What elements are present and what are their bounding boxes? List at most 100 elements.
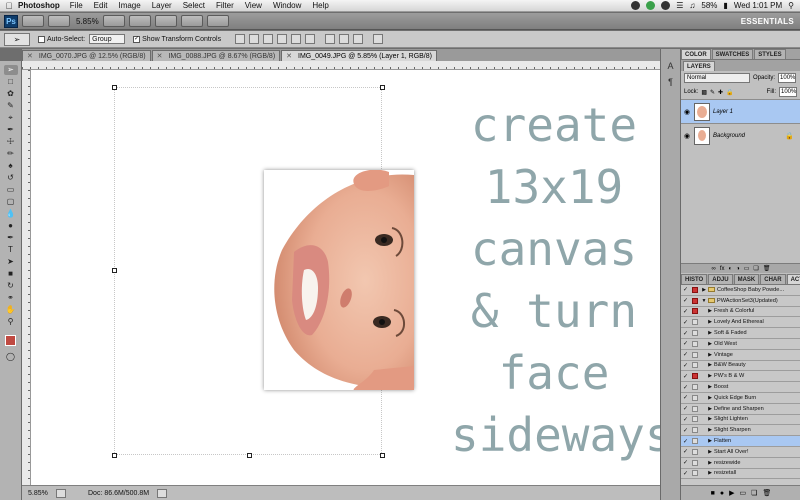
menu-image[interactable]: Image xyxy=(118,1,140,10)
action-row[interactable]: ✓ ▶ Define and Sharpen xyxy=(681,404,800,415)
action-row[interactable]: ✓ ▶ Soft & Faded xyxy=(681,328,800,339)
action-dialog-toggle[interactable] xyxy=(692,416,698,423)
tab-adjustments[interactable]: ADJU xyxy=(708,274,733,284)
new-group-icon[interactable]: ▭ xyxy=(744,265,750,272)
distribute-middle-button[interactable] xyxy=(339,34,350,44)
lock-all-icon[interactable]: 🔒 xyxy=(726,89,733,96)
action-toggle-checkbox[interactable]: ✓ xyxy=(681,340,690,347)
zoom-tool-button[interactable] xyxy=(128,15,151,27)
auto-select-checkbox[interactable] xyxy=(38,35,45,43)
path-selection-tool-icon[interactable]: ➤ xyxy=(4,257,18,267)
auto-align-button[interactable] xyxy=(373,34,384,44)
paragraph-panel-icon[interactable]: ¶ xyxy=(668,77,673,87)
action-dialog-toggle[interactable] xyxy=(692,438,698,445)
distribute-bottom-button[interactable] xyxy=(353,34,364,44)
action-expand-icon[interactable]: ▶ xyxy=(706,319,714,325)
move-tool-preset-picker[interactable]: ➢ xyxy=(4,32,30,46)
healing-brush-tool-icon[interactable]: ☩ xyxy=(4,137,18,147)
action-toggle-checkbox[interactable]: ✓ xyxy=(681,373,690,380)
menu-file[interactable]: File xyxy=(70,1,83,10)
menu-window[interactable]: Window xyxy=(273,1,301,10)
battery-percent[interactable]: 58% xyxy=(701,1,717,10)
horizontal-ruler[interactable] xyxy=(22,61,660,70)
action-expand-icon[interactable]: ▶ xyxy=(706,308,714,314)
menu-edit[interactable]: Edit xyxy=(94,1,108,10)
align-left-button[interactable] xyxy=(277,34,288,44)
action-dialog-toggle[interactable] xyxy=(692,308,698,315)
menu-layer[interactable]: Layer xyxy=(152,1,172,10)
align-top-button[interactable] xyxy=(235,34,246,44)
distribute-top-button[interactable] xyxy=(325,34,336,44)
action-expand-icon[interactable]: ▶ xyxy=(700,287,708,293)
action-toggle-checkbox[interactable]: ✓ xyxy=(681,384,690,391)
action-dialog-toggle[interactable] xyxy=(692,427,698,434)
layer-row-background[interactable]: ◉ Background 🔒 xyxy=(681,123,800,147)
action-expand-icon[interactable]: ▶ xyxy=(706,406,714,412)
new-layer-icon[interactable]: ❏ xyxy=(753,265,758,272)
tab-img-0088[interactable]: ✕ IMG_0088.JPG @ 8.67% (RGB/8) xyxy=(151,50,281,61)
quick-select-tool-icon[interactable]: ✎ xyxy=(4,101,18,111)
action-expand-icon[interactable]: ▶ xyxy=(706,460,714,466)
tray-bluetooth-icon[interactable] xyxy=(661,1,671,10)
action-toggle-checkbox[interactable]: ✓ xyxy=(681,427,690,434)
layer-style-icon[interactable]: fx xyxy=(720,266,725,272)
action-toggle-checkbox[interactable]: ✓ xyxy=(681,438,690,445)
action-toggle-checkbox[interactable]: ✓ xyxy=(681,297,690,304)
action-toggle-checkbox[interactable]: ✓ xyxy=(681,362,690,369)
action-row[interactable]: ✓ ▶ Slight Lighten xyxy=(681,415,800,426)
tab-styles[interactable]: STYLES xyxy=(754,49,786,59)
lasso-tool-icon[interactable]: ✿ xyxy=(4,89,18,99)
show-transform-checkbox[interactable]: ✓ xyxy=(133,35,141,43)
auto-select-dropdown[interactable]: Group xyxy=(89,34,126,44)
apple-icon[interactable]:  xyxy=(0,1,18,11)
gradient-tool-icon[interactable]: ▢ xyxy=(4,197,18,207)
action-row[interactable]: ✓ ▶ Old West xyxy=(681,339,800,350)
action-row[interactable]: ✓ ▶ Slight Sharpen xyxy=(681,425,800,437)
action-toggle-checkbox[interactable]: ✓ xyxy=(681,286,690,293)
action-toggle-checkbox[interactable]: ✓ xyxy=(681,470,690,477)
type-tool-icon[interactable]: T xyxy=(4,245,18,255)
action-toggle-checkbox[interactable]: ✓ xyxy=(681,351,690,358)
action-row[interactable]: ✓ ▶ Quick Edge Burn xyxy=(681,393,800,404)
action-toggle-checkbox[interactable]: ✓ xyxy=(681,308,690,315)
action-expand-icon[interactable]: ▶ xyxy=(706,449,714,455)
new-set-icon[interactable]: ▭ xyxy=(740,489,747,497)
action-row[interactable]: ✓ ▶ PW's B & W xyxy=(681,371,800,383)
link-layers-icon[interactable]: ∞ xyxy=(712,266,716,272)
menu-filter[interactable]: Filter xyxy=(216,1,234,10)
adjustment-layer-icon[interactable]: ◑ xyxy=(736,266,740,272)
action-dialog-toggle[interactable] xyxy=(692,448,698,455)
action-dialog-toggle[interactable] xyxy=(692,384,698,391)
action-row[interactable]: ✓ ▶ Flatten xyxy=(681,436,800,447)
history-brush-tool-icon[interactable]: ↺ xyxy=(4,173,18,183)
fill-field[interactable]: 100% xyxy=(779,87,797,97)
tab-layers[interactable]: LAYERS xyxy=(683,61,715,71)
menubar-clock[interactable]: Wed 1:01 PM xyxy=(734,1,782,10)
transform-handle-bottom-right[interactable] xyxy=(380,453,385,458)
action-expand-icon[interactable]: ▶ xyxy=(706,395,714,401)
action-expand-icon[interactable]: ▶ xyxy=(706,470,714,476)
move-tool-icon[interactable]: ➢ xyxy=(3,65,18,75)
vertical-ruler[interactable] xyxy=(22,70,31,485)
transform-handle-top-left[interactable] xyxy=(112,85,117,90)
arrange-documents-button[interactable] xyxy=(180,15,203,27)
tab-masks[interactable]: MASK xyxy=(733,274,760,284)
transform-handle-bottom-center[interactable] xyxy=(247,453,252,458)
spotlight-icon[interactable]: ⚲ xyxy=(788,1,794,10)
menu-view[interactable]: View xyxy=(245,1,262,10)
action-row[interactable]: ✓ ▶ resizewide xyxy=(681,458,800,469)
delete-action-icon[interactable]: 🗑 xyxy=(762,489,771,497)
action-expand-icon[interactable]: ▶ xyxy=(706,373,714,379)
hand-tool-button[interactable] xyxy=(102,15,125,27)
status-zoom-field[interactable]: 5.85% xyxy=(22,490,52,497)
tab-actions[interactable]: ACTIONS xyxy=(786,274,800,284)
menu-app-name[interactable]: Photoshop xyxy=(18,1,60,10)
screen-mode-button[interactable] xyxy=(206,15,229,27)
action-dialog-toggle[interactable] xyxy=(692,394,698,401)
action-row[interactable]: ✓ ▶ CoffeeShop Baby Powde... xyxy=(681,285,800,296)
action-toggle-checkbox[interactable]: ✓ xyxy=(681,459,690,466)
dodge-tool-icon[interactable]: ● xyxy=(4,221,18,231)
action-expand-icon[interactable]: ▶ xyxy=(706,384,714,390)
action-expand-icon[interactable]: ▶ xyxy=(706,438,714,444)
action-expand-icon[interactable]: ▶ xyxy=(706,362,714,368)
